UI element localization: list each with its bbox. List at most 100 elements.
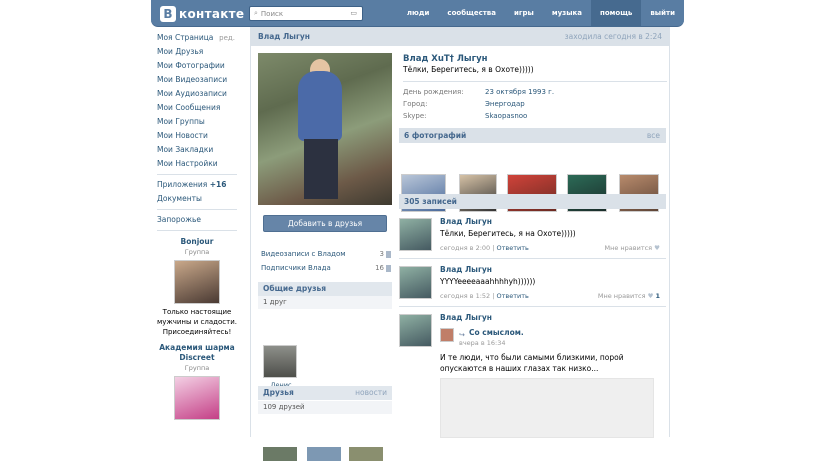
- sidebar-item-photos[interactable]: Мои Фотографии: [157, 59, 237, 73]
- sidebar-item-friends[interactable]: Мои Друзья: [157, 45, 237, 59]
- friend-avatar[interactable]: [349, 447, 383, 461]
- sidebar-item-documents[interactable]: Документы: [157, 192, 237, 206]
- post-divider: [399, 258, 666, 259]
- sidebar-item-news[interactable]: Мои Новости: [157, 129, 237, 143]
- sidebar-item-my-page[interactable]: Моя Страница ред.: [157, 31, 237, 45]
- vk-logo[interactable]: В контакте: [160, 6, 244, 22]
- sidebar-item-messages[interactable]: Мои Сообщения: [157, 101, 237, 115]
- ad-image[interactable]: [174, 376, 220, 420]
- friend-avatar[interactable]: [307, 447, 341, 461]
- profile-name: Влад ХuТ† Лыгун: [403, 54, 488, 64]
- skype-link[interactable]: Skaopasnoo: [485, 110, 527, 122]
- photos-section-header[interactable]: 6 фотографий все: [399, 128, 666, 143]
- birthday-link[interactable]: 23 октября 1993 г.: [485, 86, 554, 98]
- left-sidebar: Моя Страница ред. Мои Друзья Мои Фотограф…: [157, 31, 237, 423]
- heart-icon: ♥: [654, 244, 660, 252]
- info-row-birthday: День рождения: 23 октября 1993 г.: [403, 86, 555, 98]
- ad-subtitle: Группа: [184, 248, 210, 256]
- heart-icon: ♥: [647, 292, 654, 300]
- logo-badge: В: [160, 6, 176, 22]
- friend-avatar[interactable]: [263, 345, 297, 378]
- ad-bonjour[interactable]: Bonjour Группа Только настоящие мужчины …: [157, 237, 237, 337]
- profile-status[interactable]: Тёлки, Берегитесь, я в Охоте))))): [403, 65, 667, 75]
- post-time[interactable]: сегодня в 2:00: [440, 244, 490, 252]
- photo-legs: [304, 139, 338, 199]
- apps-label: Приложения: [157, 180, 208, 189]
- info-row-city: Город: Энергодар: [403, 98, 525, 110]
- ad-image[interactable]: [174, 260, 220, 304]
- sidebar-item-groups[interactable]: Мои Группы: [157, 115, 237, 129]
- post-image[interactable]: [440, 378, 654, 438]
- videos-label: Видеозаписи с Владом: [261, 250, 346, 258]
- post-author-name[interactable]: Влад Лыгун: [440, 217, 492, 227]
- nav-logout[interactable]: выйти: [641, 0, 684, 27]
- logo-text: контакте: [179, 7, 245, 21]
- info-row-skype: Skype: Skaopasnoo: [403, 110, 528, 122]
- reply-link[interactable]: Ответить: [497, 292, 529, 300]
- like-button[interactable]: Мне нравится ♥ 1: [598, 291, 660, 301]
- ad-discreet[interactable]: Академия шарма Discreet Группа: [157, 343, 237, 420]
- sidebar-divider: [157, 209, 237, 210]
- add-friend-button[interactable]: Добавить в друзья: [263, 215, 387, 232]
- repost-group-avatar[interactable]: [440, 328, 454, 342]
- sidebar-item-audio[interactable]: Мои Аудиозаписи: [157, 87, 237, 101]
- repost-group-name[interactable]: Со смыслом.: [469, 328, 524, 338]
- search-submit-icon[interactable]: ▭: [350, 9, 357, 17]
- photos-all-link[interactable]: все: [647, 128, 660, 143]
- wall-post: Влад Лыгун Тёлки, Берегитесь, я на Охоте…: [399, 217, 666, 254]
- videos-count: 3: [380, 248, 391, 260]
- last-seen: заходила сегодня в 2:24: [564, 32, 662, 41]
- friends-header[interactable]: Друзья новости: [258, 386, 392, 400]
- edit-link[interactable]: ред.: [219, 31, 235, 45]
- sidebar-item-apps[interactable]: Приложения +16: [157, 178, 237, 192]
- post-text: Тёлки, Берегитесь, я на Охоте))))): [440, 229, 576, 238]
- common-friends-count: 1 друг: [258, 296, 392, 309]
- top-header: В контакте ⌕ Поиск ▭ люди сообщества игр…: [151, 0, 684, 27]
- post-divider: [399, 306, 666, 307]
- subscribers-count: 16: [375, 262, 391, 274]
- nav-help[interactable]: помощь: [591, 0, 642, 27]
- nav-music[interactable]: музыка: [543, 0, 591, 27]
- nav-people[interactable]: люди: [398, 0, 439, 27]
- sidebar-item-settings[interactable]: Мои Настройки: [157, 157, 237, 171]
- post-time[interactable]: сегодня в 1:52: [440, 292, 490, 300]
- friends-count: 109 друзей: [258, 401, 392, 414]
- post-author-name[interactable]: Влад Лыгун: [440, 313, 492, 323]
- wall-post: Влад Лыгун YYYYeeeeaaahhhhyh)))))) сегод…: [399, 265, 666, 302]
- profile-header-name: Влад Лыгун: [258, 32, 310, 41]
- search-input[interactable]: ⌕ Поиск ▭: [249, 6, 363, 21]
- top-nav: люди сообщества игры музыка помощь выйти: [398, 0, 684, 27]
- ad-title[interactable]: Bonjour: [157, 237, 237, 247]
- search-icon: ⌕: [254, 9, 258, 17]
- post-text: YYYYeeeeaaahhhhyh)))))): [440, 277, 536, 286]
- ad-subtitle: Группа: [184, 364, 210, 372]
- repost-time[interactable]: вчера в 16:34: [459, 338, 505, 348]
- post-author-avatar[interactable]: [399, 266, 432, 299]
- post-author-avatar[interactable]: [399, 218, 432, 251]
- post-author-name[interactable]: Влад Лыгун: [440, 265, 492, 275]
- videos-with-link[interactable]: Видеозаписи с Владом 3: [261, 248, 391, 260]
- ad-title[interactable]: Академия шарма Discreet: [157, 343, 237, 363]
- like-button[interactable]: Мне нравится ♥: [604, 243, 660, 253]
- friends-news-link[interactable]: новости: [355, 386, 387, 400]
- post-author-avatar[interactable]: [399, 314, 432, 347]
- sidebar-divider: [157, 230, 237, 231]
- nav-games[interactable]: игры: [505, 0, 543, 27]
- sidebar-item-label: Моя Страница: [157, 33, 214, 42]
- common-friends-header[interactable]: Общие друзья: [258, 282, 392, 296]
- post-meta: сегодня в 2:00 | Ответить: [440, 244, 529, 252]
- friend-avatar[interactable]: [263, 447, 297, 461]
- sidebar-item-bookmarks[interactable]: Мои Закладки: [157, 143, 237, 157]
- like-count: 1: [655, 292, 660, 300]
- subscribers-link[interactable]: Подписчики Влада 16: [261, 262, 391, 274]
- sidebar-item-zaporozhe[interactable]: Запорожье: [157, 213, 237, 227]
- video-icon: [386, 250, 391, 258]
- nav-communities[interactable]: сообщества: [438, 0, 505, 27]
- reply-link[interactable]: Ответить: [497, 244, 529, 252]
- city-link[interactable]: Энергодар: [485, 98, 525, 110]
- sidebar-item-videos[interactable]: Мои Видеозаписи: [157, 73, 237, 87]
- post-meta: сегодня в 1:52 | Ответить: [440, 292, 529, 300]
- profile-photo[interactable]: [258, 53, 392, 205]
- profile-info: Влад ХuТ† Лыгун Тёлки, Берегитесь, я в О…: [403, 53, 667, 122]
- apps-count: +16: [209, 180, 227, 189]
